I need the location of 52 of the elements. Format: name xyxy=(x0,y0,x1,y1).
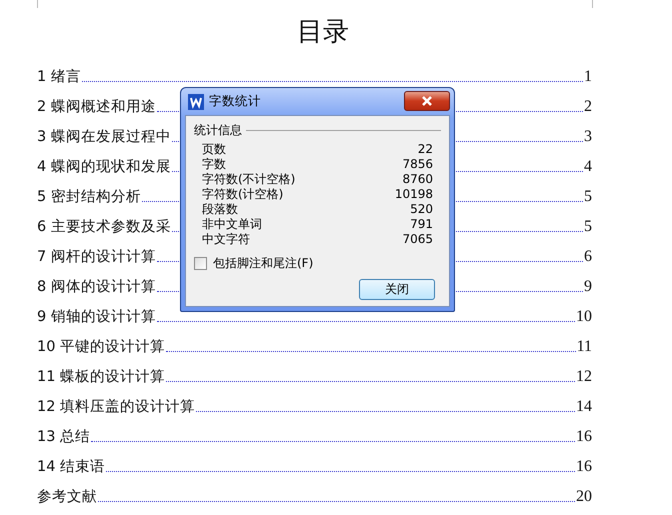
stat-value: 10198 xyxy=(394,187,433,202)
close-button[interactable]: 关闭 xyxy=(359,279,435,300)
page-number: 5 xyxy=(584,188,592,206)
dialog-title: 字数统计 xyxy=(209,93,261,110)
page-number: 1 xyxy=(584,68,592,86)
page-number: 6 xyxy=(584,248,592,266)
toc-entry: 12 填料压盖的设计计算 xyxy=(37,398,196,416)
toc-entry: 13 总结 xyxy=(37,428,90,446)
toc-entry: 14 结束语 xyxy=(37,458,106,476)
toc-entry: 5 密封结构分析 xyxy=(37,188,141,206)
app-logo-icon xyxy=(188,94,204,110)
stat-label: 段落数 xyxy=(202,202,238,217)
stat-value: 8760 xyxy=(402,172,433,187)
stat-label: 字数 xyxy=(202,157,226,172)
page-number: 9 xyxy=(584,278,592,296)
toc-entry: 7 阀杆的设计计算 xyxy=(37,248,156,266)
page-number: 16 xyxy=(576,428,592,446)
toc-entry: 3 蝶阀在发展过程中 xyxy=(37,128,171,146)
page-number: 20 xyxy=(576,488,592,506)
page-number: 11 xyxy=(576,338,592,356)
page-number: 2 xyxy=(584,98,592,116)
stat-label: 页数 xyxy=(202,142,226,157)
page-number: 3 xyxy=(584,128,592,146)
page-number: 10 xyxy=(576,308,592,326)
toc-entry: 8 阀体的设计计算 xyxy=(37,278,156,296)
stat-value: 22 xyxy=(418,142,433,157)
page-number: 5 xyxy=(584,218,592,236)
page-number: 4 xyxy=(584,158,592,176)
page-number: 12 xyxy=(576,368,592,386)
toc-entry: 2 蝶阀概述和用途 xyxy=(37,98,156,116)
checkbox-label: 包括脚注和尾注(F) xyxy=(213,255,314,272)
close-icon[interactable] xyxy=(404,90,450,110)
stat-label: 字符数(不计空格) xyxy=(202,172,296,187)
stat-value: 7065 xyxy=(402,232,433,247)
toc-entry: 6 主要技术参数及采 xyxy=(37,218,171,236)
toc-entry: 9 销轴的设计计算 xyxy=(37,308,156,326)
stat-label: 中文字符 xyxy=(202,232,250,247)
toc-entry: 11 蝶板的设计计算 xyxy=(37,368,166,386)
stat-label: 字符数(计空格) xyxy=(202,187,284,202)
document-title: 目录 xyxy=(296,16,350,49)
toc-entry: 参考文献 xyxy=(37,488,97,506)
stat-value: 7856 xyxy=(402,157,433,172)
stat-value: 791 xyxy=(410,217,433,232)
page-number: 14 xyxy=(576,398,592,416)
section-heading: 统计信息 xyxy=(194,122,242,139)
toc-entry: 1 绪言 xyxy=(37,68,81,86)
page-number: 16 xyxy=(576,458,592,476)
stat-value: 520 xyxy=(410,202,433,217)
stat-label: 非中文单词 xyxy=(202,217,262,232)
checkbox[interactable] xyxy=(194,257,207,270)
toc-entry: 10 平键的设计计算 xyxy=(37,338,166,356)
toc-entry: 4 蝶阀的现状和发展 xyxy=(37,158,171,176)
